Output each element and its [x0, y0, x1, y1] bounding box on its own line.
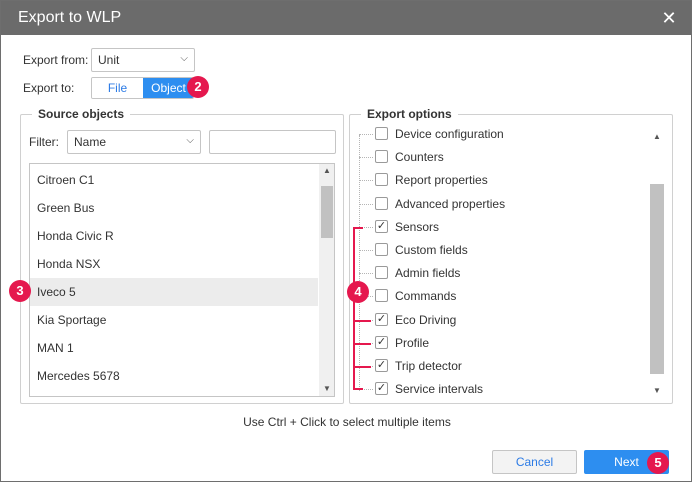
export-option-row[interactable]: ✓ Service intervals	[357, 378, 647, 399]
source-objects-list[interactable]: Citroen C1 Green Bus Honda Civic R Honda…	[29, 163, 335, 397]
export-option-row[interactable]: ✓ Sensors	[357, 216, 647, 239]
export-to-toggle: File Object	[91, 77, 194, 99]
export-from-value: Unit	[98, 53, 120, 67]
scroll-down-icon[interactable]: ▼	[649, 384, 665, 398]
callout-badge-4: 4	[347, 281, 369, 303]
list-item[interactable]: Honda Civic R	[30, 222, 318, 250]
export-option-row[interactable]: Device configuration	[357, 123, 647, 146]
scrollbar-thumb[interactable]	[650, 184, 664, 374]
export-option-row[interactable]: Commands	[357, 285, 647, 308]
export-option-label: Trip detector	[395, 359, 462, 373]
export-option-row[interactable]: Counters	[357, 146, 647, 169]
export-option-row[interactable]: Custom fields	[357, 239, 647, 262]
list-item[interactable]: Citroen C1	[30, 166, 318, 194]
checkbox-unchecked[interactable]	[375, 289, 388, 302]
list-item[interactable]: Kia Sportage	[30, 306, 318, 334]
export-option-row[interactable]: ✓ Trip detector	[357, 355, 647, 378]
export-option-label: Profile	[395, 336, 430, 350]
multi-select-hint: Use Ctrl + Click to select multiple item…	[243, 415, 451, 429]
list-item[interactable]: Green Bus	[30, 194, 318, 222]
checkbox-checked[interactable]: ✓	[375, 382, 388, 395]
export-option-label: Advanced properties	[395, 197, 506, 211]
export-to-file-option[interactable]: File	[92, 78, 143, 98]
export-options-legend: Export options	[361, 107, 458, 121]
export-option-row[interactable]: Report properties	[357, 169, 647, 192]
dialog-title: Export to WLP	[18, 9, 122, 26]
checkbox-unchecked[interactable]	[375, 173, 388, 186]
chevron-down-icon: ⌵	[180, 53, 188, 64]
filter-field-select[interactable]: Name ⌵	[67, 130, 201, 154]
checkbox-unchecked[interactable]	[375, 266, 388, 279]
source-list-scrollbar[interactable]: ▲ ▼	[319, 164, 334, 396]
close-icon[interactable]: ✕	[659, 8, 679, 28]
export-option-label: Report properties	[395, 173, 488, 187]
filter-field-value: Name	[74, 135, 107, 149]
scroll-up-icon[interactable]: ▲	[319, 164, 334, 178]
callout-badge-2: 2	[187, 76, 209, 98]
checkbox-unchecked[interactable]	[375, 197, 388, 210]
export-options-tree: Device configuration Counters Report prope…	[357, 123, 666, 399]
callout-bracket-tick	[355, 343, 371, 345]
export-from-select[interactable]: Unit ⌵	[91, 48, 195, 72]
export-option-label: Device configuration	[395, 127, 504, 141]
callout-badge-3: 3	[9, 280, 31, 302]
checkbox-checked[interactable]: ✓	[375, 313, 388, 326]
tree-connector	[359, 180, 373, 181]
list-item[interactable]: Honda NSX	[30, 250, 318, 278]
scroll-down-icon[interactable]: ▼	[319, 382, 334, 396]
tree-connector	[359, 204, 373, 205]
filter-label: Filter:	[29, 135, 59, 149]
export-option-row[interactable]: Admin fields	[357, 262, 647, 285]
checkbox-checked[interactable]: ✓	[375, 220, 388, 233]
filter-search-input[interactable]	[209, 130, 336, 154]
tree-connector	[359, 157, 373, 158]
options-scrollbar[interactable]: ▲ ▼	[649, 130, 665, 398]
export-option-label: Admin fields	[395, 266, 461, 280]
export-dialog: Export to WLP ✕ Export from: Unit ⌵ Expo…	[0, 0, 692, 482]
callout-bracket-tick	[355, 366, 371, 368]
export-option-label: Service intervals	[395, 382, 484, 396]
list-item[interactable]: Mercedes 5678	[30, 362, 318, 390]
list-item[interactable]: MAN 1	[30, 334, 318, 362]
export-to-label: Export to:	[23, 81, 75, 95]
chevron-down-icon: ⌵	[186, 135, 194, 146]
export-option-label: Custom fields	[395, 243, 468, 257]
export-from-label: Export from:	[23, 53, 89, 67]
list-item-selected[interactable]: Iveco 5	[30, 278, 318, 306]
checkbox-unchecked[interactable]	[375, 243, 388, 256]
checkbox-unchecked[interactable]	[375, 127, 388, 140]
scroll-up-icon[interactable]: ▲	[649, 130, 665, 144]
export-option-row[interactable]: ✓ Profile	[357, 332, 647, 355]
export-option-row[interactable]: ✓ Eco Driving	[357, 309, 647, 332]
source-objects-legend: Source objects	[32, 107, 131, 121]
checkbox-unchecked[interactable]	[375, 150, 388, 163]
tree-connector	[359, 134, 373, 135]
export-option-label: Eco Driving	[395, 313, 457, 327]
cancel-button[interactable]: Cancel	[492, 450, 577, 474]
export-option-label: Counters	[395, 150, 444, 164]
checkbox-checked[interactable]: ✓	[375, 336, 388, 349]
export-option-label: Commands	[395, 289, 457, 303]
scrollbar-thumb[interactable]	[321, 186, 333, 238]
export-option-row[interactable]: Advanced properties	[357, 193, 647, 216]
callout-badge-5: 5	[647, 452, 669, 474]
title-bar: Export to WLP ✕	[1, 1, 691, 35]
checkbox-checked[interactable]: ✓	[375, 359, 388, 372]
export-option-label: Sensors	[395, 220, 440, 234]
callout-bracket-tick	[355, 320, 371, 322]
